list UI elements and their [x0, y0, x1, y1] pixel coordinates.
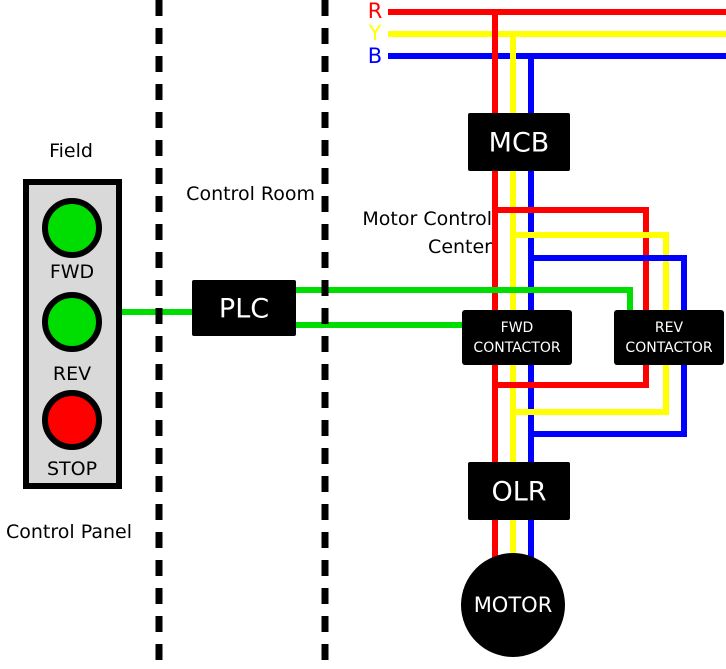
- zone-label-mcc-line1: Motor Control: [362, 208, 492, 230]
- wire-plc-to-rev-contactor: [296, 287, 633, 312]
- zone-label-field: Field: [49, 140, 93, 162]
- phase-letter-group: R Y B: [368, 0, 383, 68]
- phase-label-r: R: [368, 0, 383, 23]
- phase-label-y: Y: [368, 21, 382, 45]
- zone-label-mcc-line2: Center: [428, 236, 492, 258]
- plc-label: PLC: [219, 294, 269, 325]
- mcb-label: MCB: [489, 128, 550, 159]
- olr-block[interactable]: OLR: [468, 462, 570, 520]
- fwd-contactor-body[interactable]: [462, 310, 572, 365]
- rev-out-b: [531, 363, 687, 437]
- motor-control-diagram: MCB FWD CONTACTOR REV CONTACTOR OLR MOTO…: [0, 0, 726, 669]
- motor-label: MOTOR: [474, 593, 553, 617]
- rev-contactor-label-line1: REV: [655, 320, 684, 336]
- fwd-pushbutton-label: FWD: [50, 261, 94, 283]
- rev-pushbutton[interactable]: [42, 292, 102, 352]
- rev-contactor-output-group: [495, 363, 687, 437]
- rev-feed-b: [531, 255, 687, 312]
- rev-contactor-label-line2: CONTACTOR: [625, 340, 712, 356]
- fwd-pushbutton[interactable]: [42, 198, 102, 258]
- olr-label: OLR: [491, 477, 546, 508]
- fwd-contactor-block[interactable]: FWD CONTACTOR: [462, 310, 572, 365]
- phase-bus-group: [388, 9, 726, 59]
- rev-out-r: [495, 363, 649, 388]
- diagram-canvas: MCB FWD CONTACTOR REV CONTACTOR OLR MOTO…: [6, 0, 726, 669]
- phase-label-b: B: [368, 44, 382, 68]
- rev-contactor-body[interactable]: [614, 310, 724, 365]
- fwd-contactor-label-line1: FWD: [501, 320, 534, 336]
- rev-contactor-feed-group: [495, 207, 687, 312]
- control-panel-caption: Control Panel: [6, 521, 132, 543]
- zone-label-control-room: Control Room: [186, 183, 315, 205]
- rev-pushbutton-label: REV: [53, 363, 91, 385]
- mcb-block[interactable]: MCB: [468, 113, 570, 171]
- plc-block[interactable]: PLC: [192, 280, 296, 336]
- fwd-contactor-label-line2: CONTACTOR: [473, 340, 560, 356]
- motor-block[interactable]: MOTOR: [461, 553, 565, 657]
- control-panel[interactable]: FWD REV STOP: [23, 179, 122, 489]
- stop-pushbutton[interactable]: [42, 390, 102, 450]
- stop-pushbutton-label: STOP: [47, 458, 97, 480]
- rev-contactor-block[interactable]: REV CONTACTOR: [614, 310, 724, 365]
